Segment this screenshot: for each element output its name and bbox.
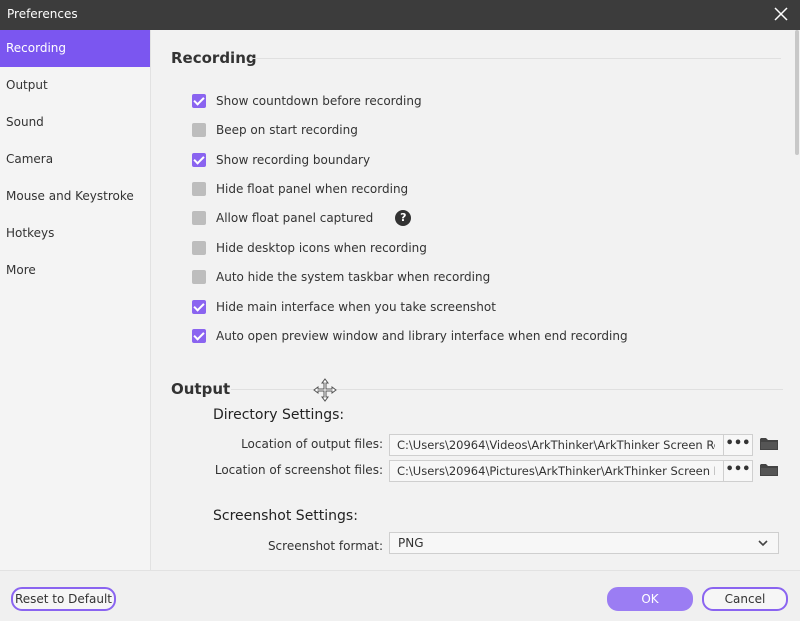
close-icon[interactable] xyxy=(770,3,792,25)
sidebar: Recording Output Sound Camera Mouse and … xyxy=(0,30,151,570)
ok-button[interactable]: OK xyxy=(607,587,693,611)
settings-panel: Recording Show countdown before recordin… xyxy=(151,30,800,570)
reset-to-default-button[interactable]: Reset to Default xyxy=(11,587,116,611)
sidebar-item-sound[interactable]: Sound xyxy=(0,104,150,141)
browse-output-button[interactable]: ••• xyxy=(723,435,752,455)
option-show-countdown[interactable]: Show countdown before recording xyxy=(192,92,422,110)
screenshot-format-value: PNG xyxy=(398,536,424,550)
checkbox[interactable] xyxy=(192,270,206,284)
checkbox[interactable] xyxy=(192,123,206,137)
cancel-button[interactable]: Cancel xyxy=(702,587,788,611)
sidebar-item-output[interactable]: Output xyxy=(0,67,150,104)
checkbox[interactable] xyxy=(192,153,206,167)
checkbox[interactable] xyxy=(192,329,206,343)
move-cursor-icon xyxy=(313,378,337,402)
screenshot-files-path: C:\Users\20964\Pictures\ArkThinker\ArkTh… xyxy=(397,464,715,478)
window-title: Preferences xyxy=(7,7,78,21)
option-label: Hide desktop icons when recording xyxy=(216,241,427,255)
sidebar-item-mouse-and-keystroke[interactable]: Mouse and Keystroke xyxy=(0,178,150,215)
checkbox[interactable] xyxy=(192,241,206,255)
browse-screenshot-button[interactable]: ••• xyxy=(723,461,752,481)
checkbox[interactable] xyxy=(192,94,206,108)
option-label: Show countdown before recording xyxy=(216,94,422,108)
sidebar-item-recording[interactable]: Recording xyxy=(0,30,150,67)
option-label: Show recording boundary xyxy=(216,153,371,167)
option-label: Beep on start recording xyxy=(216,123,358,137)
checkbox[interactable] xyxy=(192,300,206,314)
option-label: Hide float panel when recording xyxy=(216,182,409,196)
section-divider xyxy=(251,58,781,59)
screenshot-settings-title: Screenshot Settings: xyxy=(213,508,358,524)
option-label: Hide main interface when you take screen… xyxy=(216,300,496,314)
screenshot-files-field[interactable]: C:\Users\20964\Pictures\ArkThinker\ArkTh… xyxy=(389,460,753,482)
directory-settings-title: Directory Settings: xyxy=(213,407,345,423)
output-section-title: Output xyxy=(171,380,231,398)
screenshot-format-select[interactable]: PNG xyxy=(389,532,779,554)
folder-icon[interactable] xyxy=(760,463,778,477)
screenshot-format-label: Screenshot format: xyxy=(267,539,383,553)
scrollbar-thumb[interactable] xyxy=(795,30,799,155)
sidebar-item-more[interactable]: More xyxy=(0,252,150,289)
folder-icon[interactable] xyxy=(760,437,778,451)
option-show-boundary[interactable]: Show recording boundary xyxy=(192,151,370,169)
option-allow-float-panel-captured[interactable]: Allow float panel captured ? xyxy=(192,209,412,227)
option-hide-main-interface[interactable]: Hide main interface when you take screen… xyxy=(192,298,496,316)
recording-section-title: Recording xyxy=(171,49,257,67)
option-beep-on-start[interactable]: Beep on start recording xyxy=(192,121,358,139)
checkbox[interactable] xyxy=(192,182,206,196)
option-label: Auto open preview window and library int… xyxy=(216,329,628,343)
checkbox[interactable] xyxy=(192,211,206,225)
option-hide-float-panel[interactable]: Hide float panel when recording xyxy=(192,180,408,198)
option-label: Allow float panel captured xyxy=(216,211,374,225)
output-files-field[interactable]: C:\Users\20964\Videos\ArkThinker\ArkThin… xyxy=(389,434,753,456)
title-bar: Preferences xyxy=(0,0,800,30)
output-files-path: C:\Users\20964\Videos\ArkThinker\ArkThin… xyxy=(397,438,715,452)
sidebar-item-hotkeys[interactable]: Hotkeys xyxy=(0,215,150,252)
option-auto-hide-taskbar[interactable]: Auto hide the system taskbar when record… xyxy=(192,268,490,286)
option-label: Auto hide the system taskbar when record… xyxy=(216,270,491,284)
help-icon[interactable]: ? xyxy=(395,210,412,226)
sidebar-item-camera[interactable]: Camera xyxy=(0,141,150,178)
option-auto-open-preview[interactable]: Auto open preview window and library int… xyxy=(192,327,628,345)
output-files-label: Location of output files: xyxy=(241,437,383,451)
screenshot-files-label: Location of screenshot files: xyxy=(214,463,383,477)
chevron-down-icon xyxy=(758,540,768,547)
option-hide-desktop-icons[interactable]: Hide desktop icons when recording xyxy=(192,239,427,257)
footer: Reset to Default OK Cancel xyxy=(0,570,800,621)
